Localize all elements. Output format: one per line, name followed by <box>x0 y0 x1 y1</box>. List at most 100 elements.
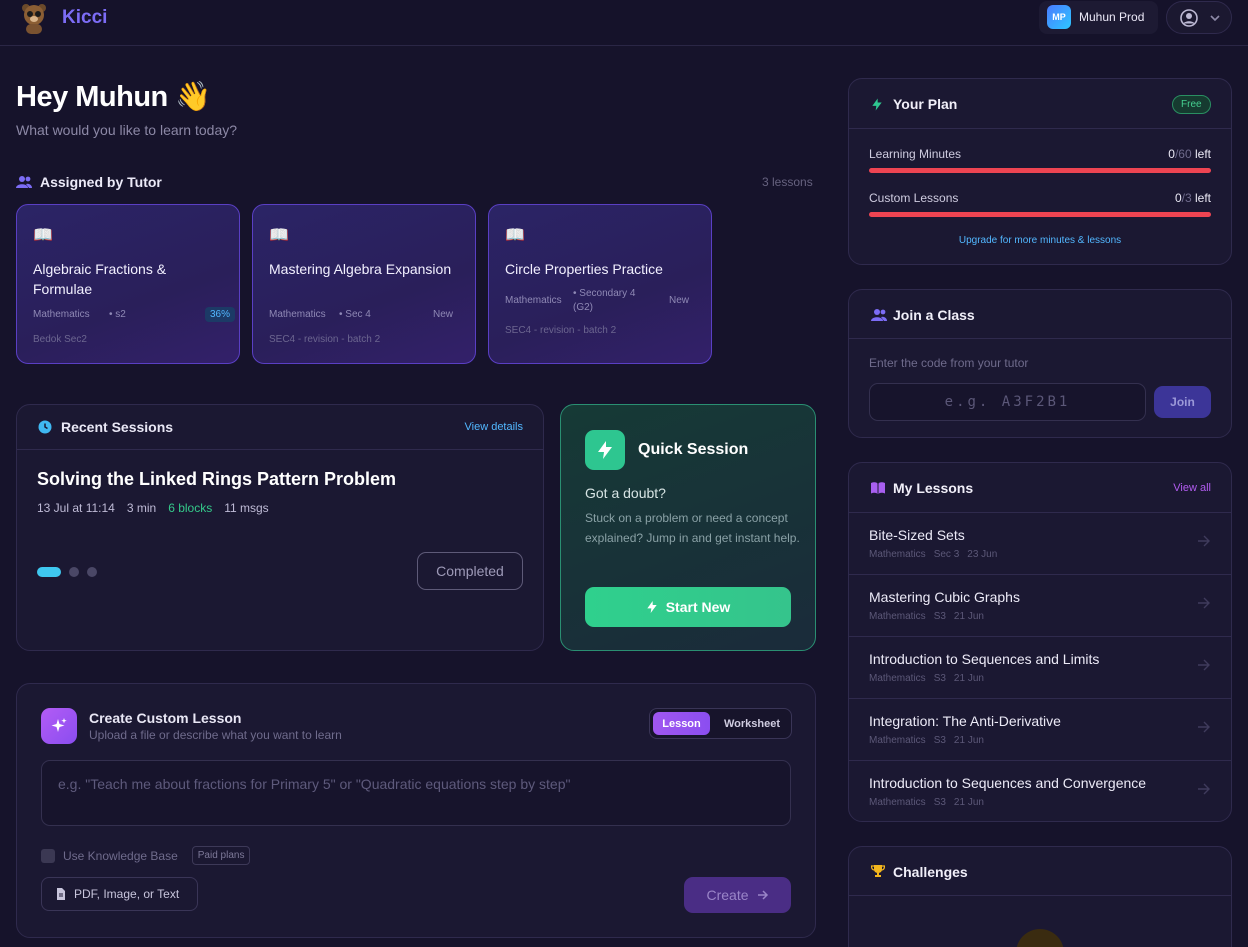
lesson-tab[interactable]: Lesson <box>653 712 710 735</box>
my-lessons-panel: My Lessons View all Bite-Sized Sets Math… <box>848 462 1232 822</box>
quick-session-title: Quick Session <box>638 441 749 458</box>
arrow-right-icon <box>1198 721 1210 733</box>
lesson-prompt-input[interactable]: e.g. "Teach me about fractions for Prima… <box>41 760 791 826</box>
arrow-right-icon <box>757 890 768 900</box>
session-title[interactable]: Solving the Linked Rings Pattern Problem <box>37 469 396 490</box>
avatar: MP <box>1047 5 1071 29</box>
new-badge: New <box>433 309 454 320</box>
lesson-level: S3 <box>933 797 946 808</box>
challenges-title: Challenges <box>893 864 968 880</box>
trophy-icon <box>1016 929 1064 947</box>
plan-title: Your Plan <box>893 96 958 112</box>
assigned-card-title: Algebraic Fractions & Formulae <box>33 261 167 297</box>
file-icon <box>57 888 65 900</box>
divider <box>849 895 1231 896</box>
create-lesson-panel: Create Custom Lesson Upload a file or de… <box>16 683 816 938</box>
top-bar: Kicci MP Muhun Prod <box>0 0 1248 46</box>
lesson-level: S3 <box>933 611 946 622</box>
lesson-title: Bite-Sized Sets <box>869 527 965 543</box>
assigned-card-subject: Mathematics <box>505 295 562 306</box>
carousel-dot[interactable] <box>87 567 97 577</box>
mode-toggle: Lesson Worksheet <box>649 708 792 739</box>
assigned-card-level: • Secondary 4 (G2) <box>573 288 636 313</box>
view-all-link[interactable]: View all <box>1173 482 1211 494</box>
divider <box>849 128 1231 129</box>
quick-session-panel: Quick Session Got a doubt? Stuck on a pr… <box>560 404 816 651</box>
assigned-card-title: Mastering Algebra Expansion <box>269 261 452 277</box>
lesson-subject: Mathematics <box>869 549 926 560</box>
create-lesson-title: Create Custom Lesson <box>89 710 242 726</box>
lesson-meta: Mathematics S3 21 Jun <box>869 611 984 622</box>
create-lesson-subtitle: Upload a file or describe what you want … <box>89 728 342 742</box>
join-class-title: Join a Class <box>893 307 975 323</box>
lesson-date: 21 Jun <box>953 673 984 684</box>
upload-file-label: PDF, Image, or Text <box>74 887 180 901</box>
view-details-link[interactable]: View details <box>465 421 524 433</box>
lesson-subject: Mathematics <box>869 673 926 684</box>
custom-lessons-suffix: left <box>1191 191 1211 205</box>
lesson-row[interactable]: Integration: The Anti-Derivative Mathema… <box>849 698 1231 760</box>
completed-status-button[interactable]: Completed <box>417 552 523 590</box>
quick-session-subtitle: Got a doubt? <box>585 485 666 501</box>
lesson-date: 21 Jun <box>953 797 984 808</box>
divider <box>17 449 543 450</box>
user-chip[interactable]: MP Muhun Prod <box>1039 1 1158 34</box>
knowledge-base-checkbox[interactable] <box>41 848 55 863</box>
arrow-right-icon <box>1198 659 1210 671</box>
session-duration: 3 min <box>126 501 157 515</box>
assigned-card[interactable]: 📖 Algebraic Fractions & Formulae Mathema… <box>16 204 240 364</box>
lesson-date: 21 Jun <box>953 735 984 746</box>
custom-lessons-bar <box>869 212 1211 217</box>
class-code-input[interactable]: e.g. A3F2B1 <box>869 383 1146 421</box>
lesson-row[interactable]: Introduction to Sequences and Convergenc… <box>849 760 1231 822</box>
lesson-level: Sec 3 <box>933 549 960 560</box>
join-button[interactable]: Join <box>1154 386 1211 418</box>
lesson-date: 21 Jun <box>953 611 984 622</box>
lesson-title: Introduction to Sequences and Limits <box>869 651 1100 667</box>
upgrade-link[interactable]: Upgrade for more minutes & lessons <box>849 235 1231 246</box>
learning-minutes-label: Learning Minutes <box>869 147 962 161</box>
lesson-row[interactable]: Introduction to Sequences and Limits Mat… <box>849 636 1231 698</box>
sparkle-icon <box>41 708 77 744</box>
assigned-card[interactable]: 📖 Circle Properties Practice Mathematics… <box>488 204 712 364</box>
start-new-button[interactable]: Start New <box>585 587 791 627</box>
book-icon: 📖 <box>505 227 525 244</box>
recent-sessions-title: Recent Sessions <box>61 419 174 435</box>
custom-lessons-value: 0/3 left <box>1175 191 1211 205</box>
lesson-row[interactable]: Bite-Sized Sets Mathematics Sec 3 23 Jun <box>849 512 1231 574</box>
account-menu-button[interactable] <box>1166 1 1232 34</box>
upload-file-button[interactable]: PDF, Image, or Text <box>41 877 198 911</box>
carousel-dots <box>37 567 97 577</box>
session-blocks: 6 blocks <box>168 501 213 515</box>
book-icon: 📖 <box>33 227 53 244</box>
divider <box>849 338 1231 339</box>
new-badge: New <box>669 295 690 306</box>
create-button[interactable]: Create <box>684 877 791 913</box>
mascot-icon[interactable] <box>20 2 48 34</box>
recent-sessions-panel: Recent Sessions View details Solving the… <box>16 404 544 651</box>
lesson-meta: Mathematics Sec 3 23 Jun <box>869 549 997 560</box>
brand-name[interactable]: Kicci <box>62 7 107 29</box>
carousel-dot[interactable] <box>37 567 61 577</box>
join-class-help: Enter the code from your tutor <box>869 356 1029 370</box>
assigned-card-level: • s2 <box>109 309 126 320</box>
lesson-date: 23 Jun <box>967 549 998 560</box>
lesson-level: S3 <box>933 735 946 746</box>
assigned-card[interactable]: 📖 Mastering Algebra Expansion Mathematic… <box>252 204 476 364</box>
lesson-subject: Mathematics <box>869 735 926 746</box>
carousel-dot[interactable] <box>69 567 79 577</box>
lesson-meta: Mathematics S3 21 Jun <box>869 735 984 746</box>
lesson-row[interactable]: Mastering Cubic Graphs Mathematics S3 21… <box>849 574 1231 636</box>
assigned-card-batch: SEC4 - revision - batch 2 <box>505 325 617 336</box>
lesson-subject: Mathematics <box>869 611 926 622</box>
worksheet-tab[interactable]: Worksheet <box>716 712 788 735</box>
book-icon: 📖 <box>269 227 289 244</box>
assigned-card-batch: SEC4 - revision - batch 2 <box>269 334 381 345</box>
quick-session-description: Stuck on a problem or need a concept exp… <box>585 511 800 545</box>
session-meta: 13 Jul at 11:14 3 min 6 blocks 11 msgs <box>37 501 269 515</box>
arrow-right-icon <box>1198 597 1210 609</box>
lesson-title: Mastering Cubic Graphs <box>869 589 1020 605</box>
users-icon <box>16 176 32 188</box>
learning-minutes-bar <box>869 168 1211 173</box>
arrow-right-icon <box>1198 535 1210 547</box>
